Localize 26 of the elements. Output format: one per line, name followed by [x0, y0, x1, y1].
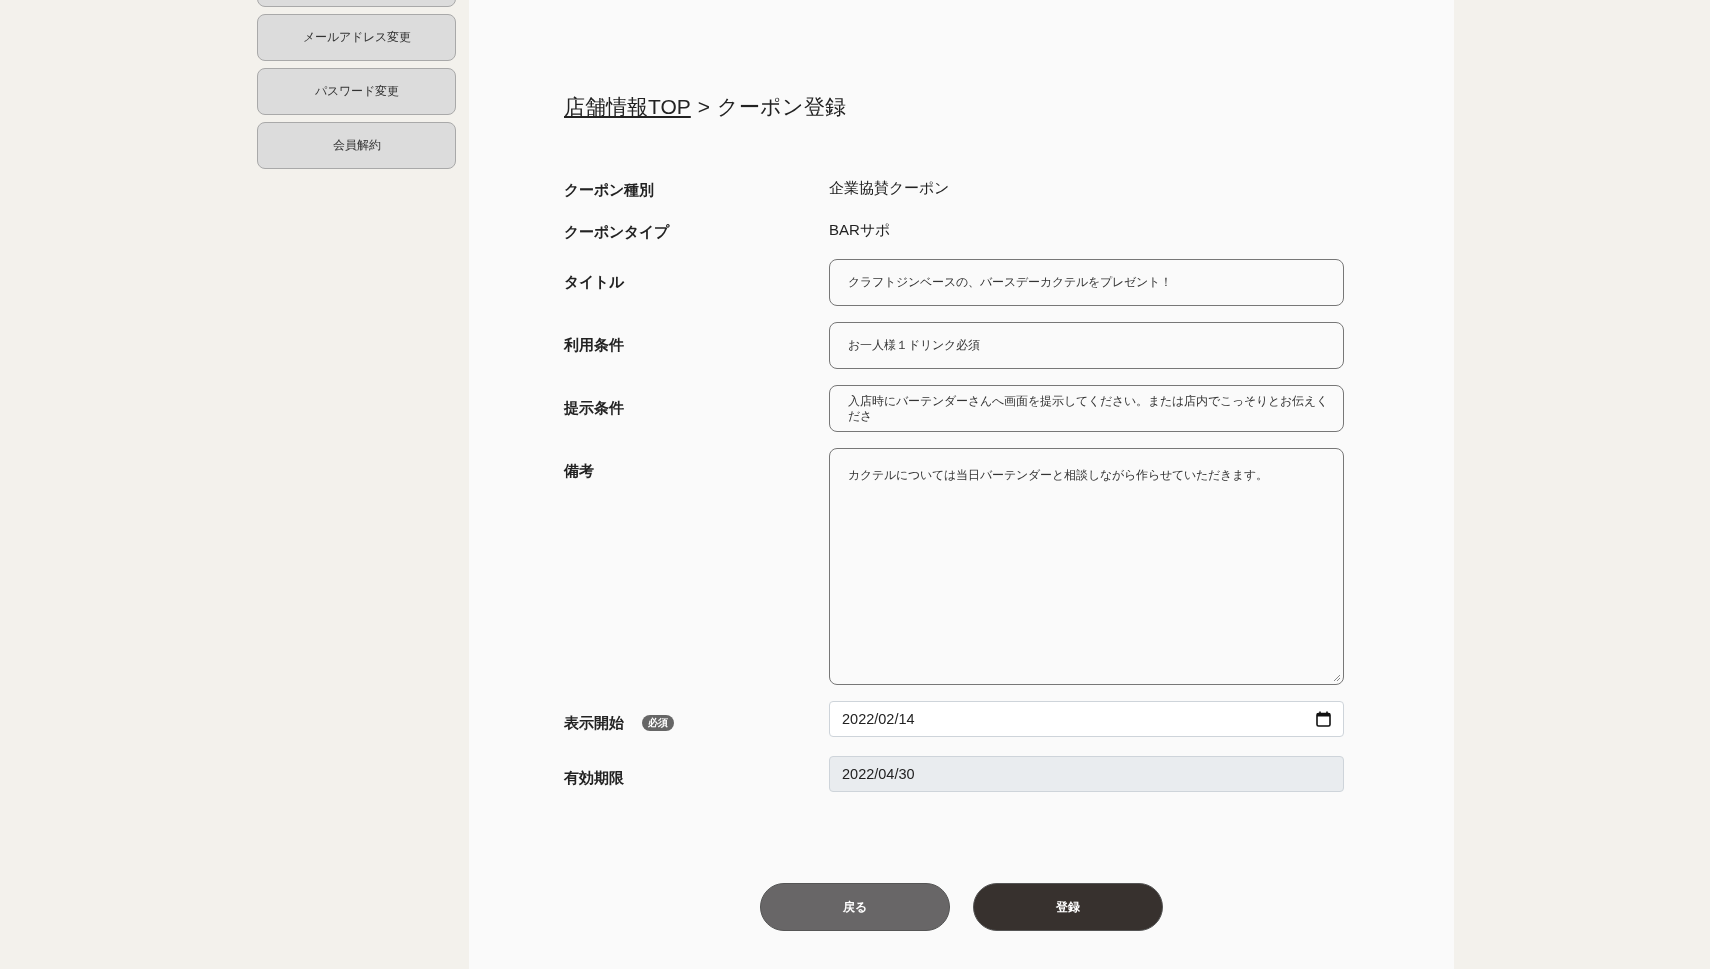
text-area[interactable]: カクテルについては当日バーテンダーと相談しながら作らせていただきます。: [829, 448, 1344, 685]
register-button[interactable]: 登録: [973, 883, 1163, 931]
field-label: 備考: [564, 462, 594, 481]
calendar-icon[interactable]: [1316, 711, 1331, 727]
text-field[interactable]: 入店時にバーテンダーさんへ画面を提示してください。または店内でこっそりとお伝えくださ: [829, 385, 1344, 432]
field-label: 利用条件: [564, 336, 624, 355]
field-label: タイトル: [564, 273, 624, 292]
field-label: 有効期限: [564, 768, 624, 788]
field-value: BARサポ: [829, 220, 891, 240]
sidebar-button[interactable]: 会員解約: [257, 122, 456, 169]
field-label: クーポン種別: [564, 180, 654, 200]
field-label: 提示条件: [564, 399, 624, 418]
sidebar-button[interactable]: メールアドレス変更: [257, 14, 456, 61]
sidebar-button[interactable]: パスワード変更: [257, 68, 456, 115]
field-value: 企業協賛クーポン: [829, 178, 950, 198]
breadcrumb-link[interactable]: 店舗情報TOP: [564, 90, 691, 124]
required-badge: 必須: [642, 715, 674, 731]
text-field[interactable]: お一人様１ドリンク必須: [829, 322, 1344, 369]
page-title: クーポン登録: [717, 94, 847, 120]
field-label: クーポンタイプ: [564, 222, 669, 242]
date-field[interactable]: 2022/02/14: [829, 701, 1344, 737]
field-label: 表示開始: [564, 713, 624, 733]
text-field[interactable]: クラフトジンベースの、バースデーカクテルをプレゼント！: [829, 259, 1344, 306]
resize-handle-icon[interactable]: [1333, 674, 1341, 682]
breadcrumb-separator: >: [697, 94, 711, 120]
back-button[interactable]: 戻る: [760, 883, 950, 931]
